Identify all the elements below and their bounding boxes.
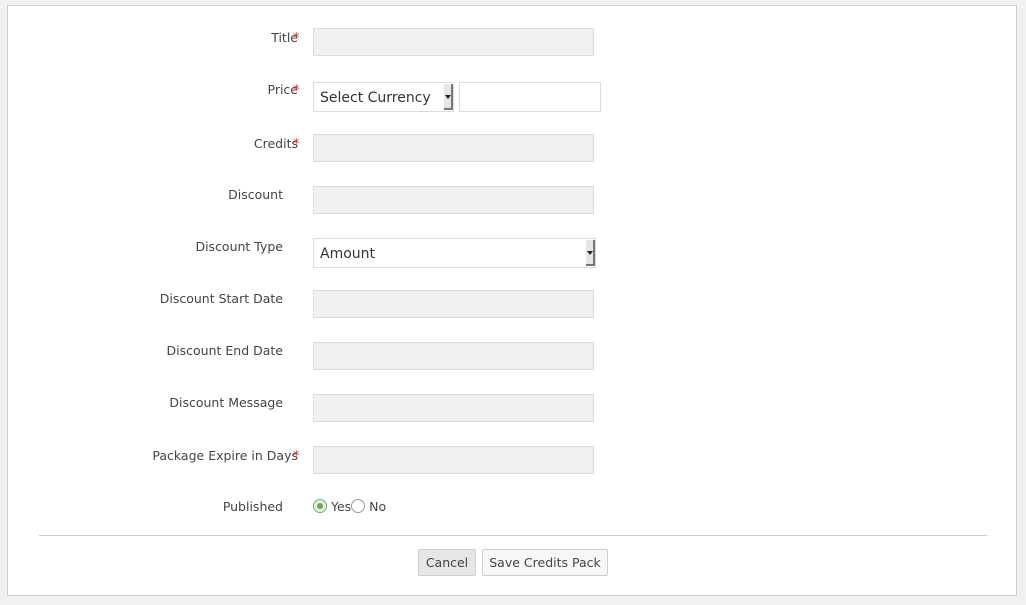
field-title: Title * (8, 28, 1016, 60)
discount-input[interactable] (313, 186, 594, 214)
published-label: Published (222, 499, 283, 514)
field-credits: Credits * (8, 134, 1016, 166)
field-discount-start-date: Discount Start Date (8, 290, 1016, 321)
field-discount-type: Discount Type Amount (8, 238, 1016, 269)
discount-label: Discount (228, 187, 283, 202)
field-discount: Discount (8, 186, 1016, 217)
dropdown-arrow-icon[interactable] (586, 240, 595, 266)
currency-select-value: Select Currency (320, 90, 431, 106)
discount-type-value: Amount (320, 246, 376, 262)
discount-message-input[interactable] (313, 394, 594, 422)
credits-label: Credits (253, 136, 298, 151)
published-no-label[interactable]: No (369, 499, 386, 514)
discount-start-date-label: Discount Start Date (159, 291, 283, 306)
credits-input[interactable] (313, 134, 594, 162)
cancel-button[interactable]: Cancel (418, 549, 476, 576)
package-expire-label: Package Expire in Days (152, 448, 298, 463)
package-expire-input[interactable] (313, 446, 594, 474)
save-credits-pack-button[interactable]: Save Credits Pack (482, 549, 608, 576)
discount-end-date-input[interactable] (313, 342, 594, 370)
published-yes-label[interactable]: Yes (331, 499, 351, 514)
discount-start-date-input[interactable] (313, 290, 594, 318)
required-star: * (293, 31, 300, 46)
price-input[interactable] (459, 82, 601, 112)
dropdown-arrow-icon[interactable] (444, 84, 453, 110)
field-published: Published Yes No (8, 499, 1016, 529)
published-yes-radio[interactable] (313, 499, 327, 513)
required-star: * (293, 83, 300, 98)
field-discount-message: Discount Message (8, 394, 1016, 425)
discount-message-label: Discount Message (169, 395, 283, 410)
divider (39, 535, 987, 536)
title-input[interactable] (313, 28, 594, 56)
credits-pack-form: Title * Price * Select Currency Credits … (7, 5, 1017, 596)
required-star: * (293, 137, 300, 152)
discount-type-select[interactable]: Amount (313, 238, 596, 268)
currency-select[interactable]: Select Currency (313, 82, 454, 112)
required-star: * (293, 449, 300, 464)
published-radio-group: Yes No (313, 499, 386, 514)
discount-end-date-label: Discount End Date (166, 343, 283, 358)
field-discount-end-date: Discount End Date (8, 342, 1016, 373)
field-package-expire: Package Expire in Days * (8, 446, 1016, 478)
discount-type-label: Discount Type (195, 239, 283, 254)
field-price: Price * Select Currency (8, 82, 1016, 112)
published-no-radio[interactable] (351, 499, 366, 513)
